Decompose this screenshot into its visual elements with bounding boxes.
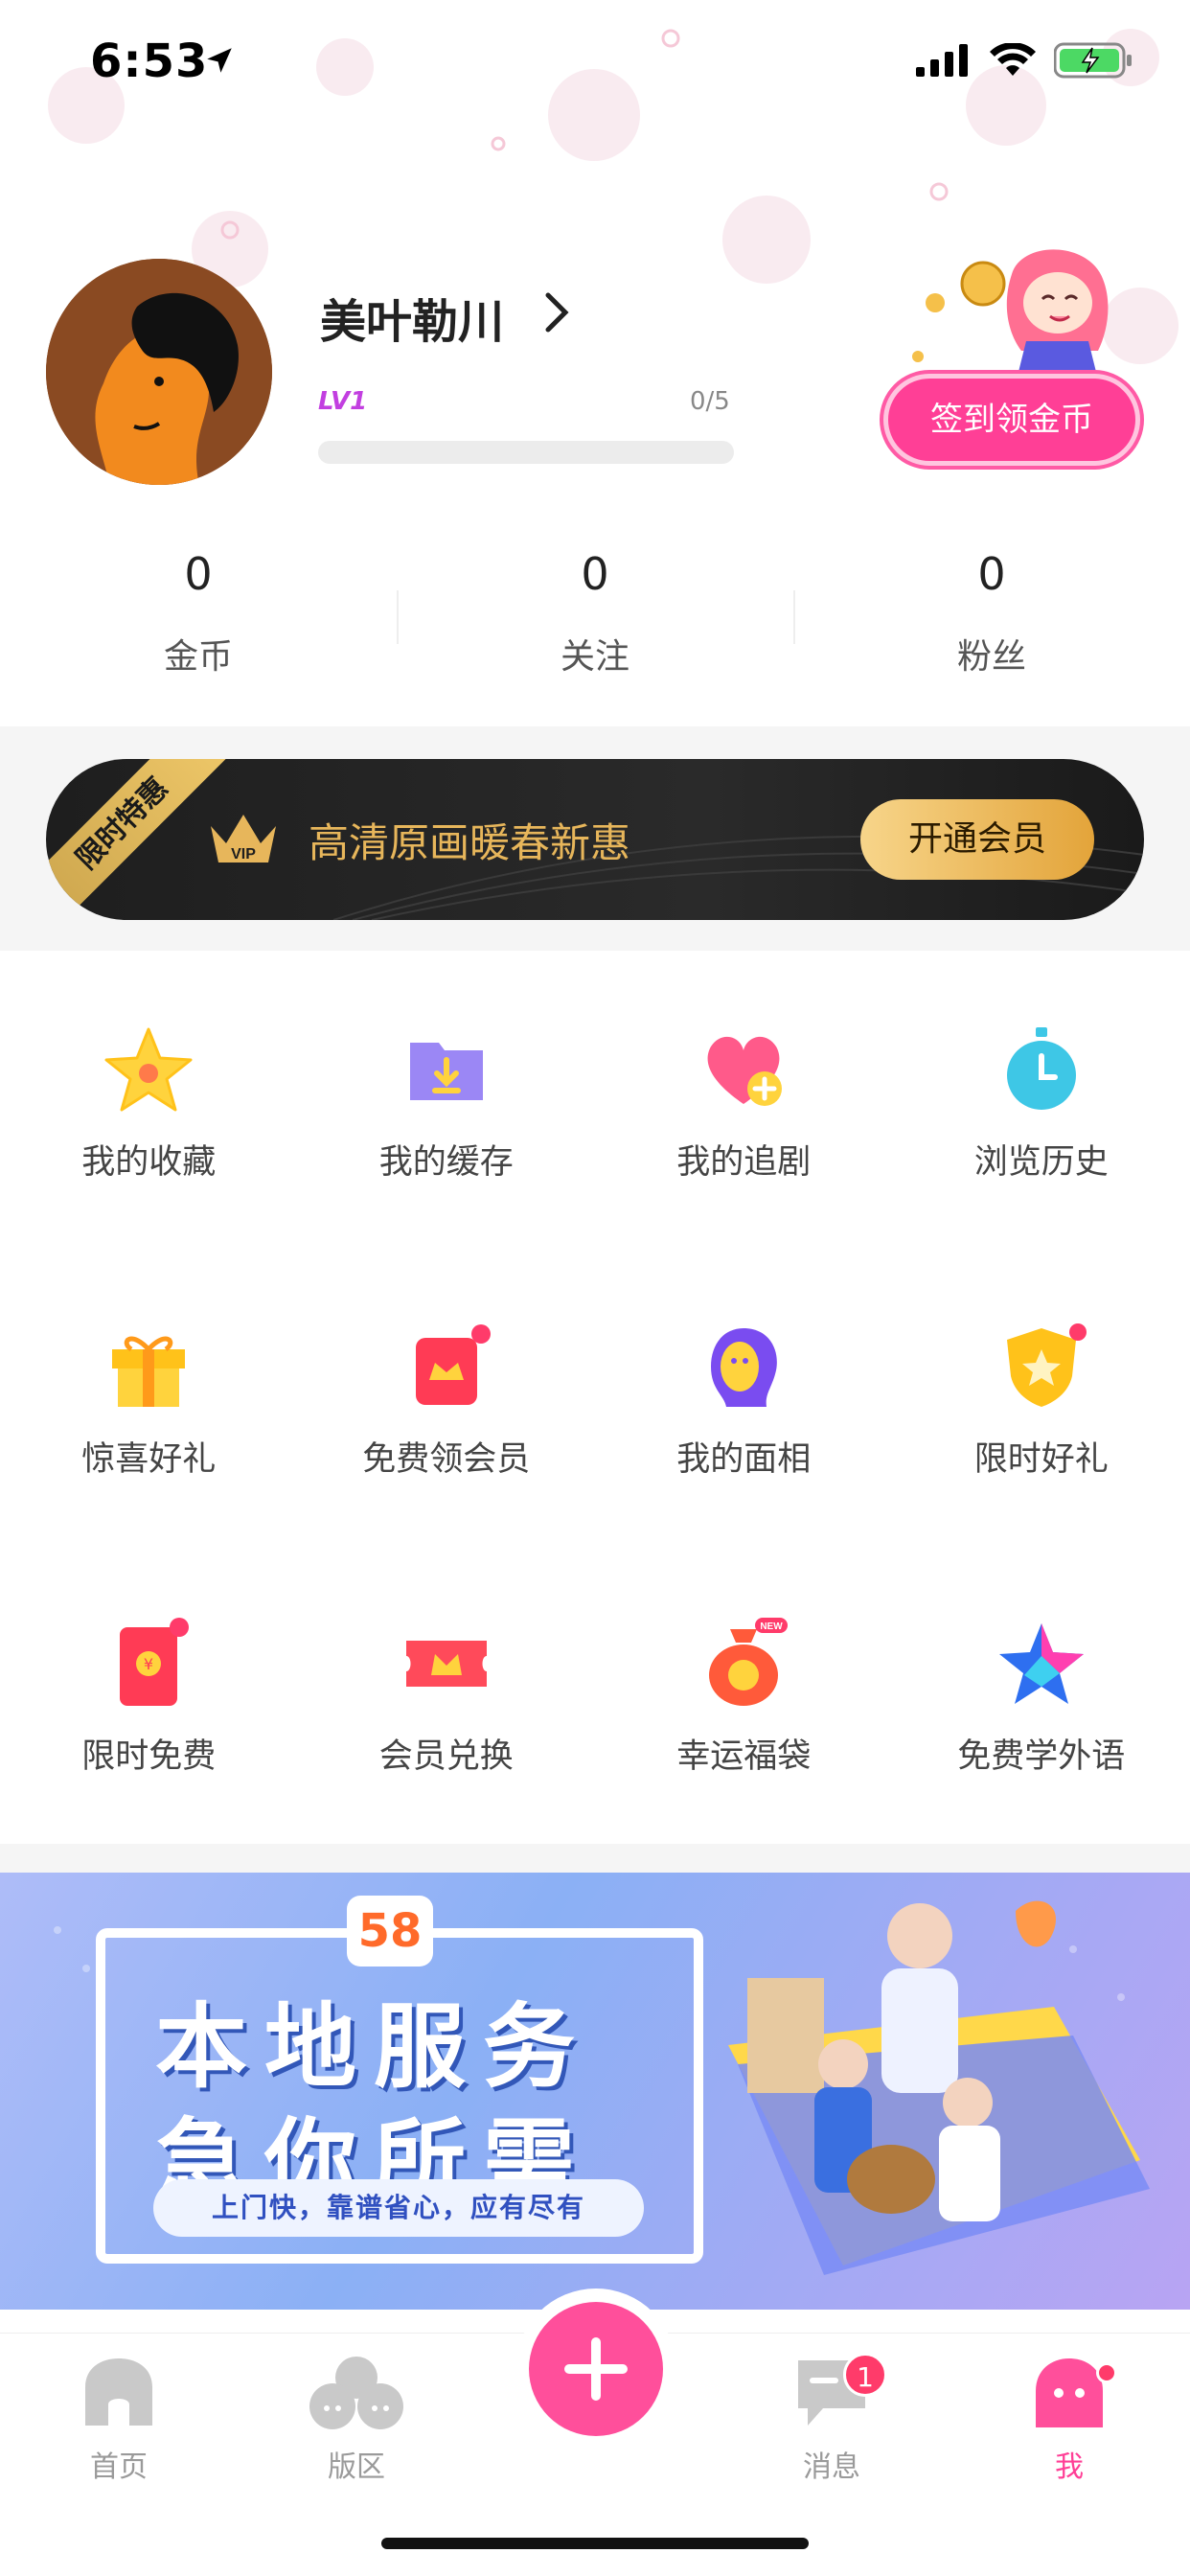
- stat-value: 0: [184, 548, 213, 600]
- grid-item-label: 幸运福袋: [676, 1737, 812, 1776]
- board-icon: [309, 2357, 403, 2429]
- grid-item-label: 我的收藏: [81, 1143, 217, 1182]
- open-membership-button[interactable]: 开通会员: [860, 799, 1094, 880]
- grid-item-limited-gift[interactable]: 限时好礼: [893, 1255, 1190, 1552]
- shield-star-icon: [1006, 1323, 1087, 1407]
- home-indicator: [381, 2538, 809, 2549]
- grid-item-limited-free[interactable]: ¥ 限时免费: [0, 1552, 298, 1850]
- tab-label: 首页: [90, 2450, 148, 2484]
- vip-banner[interactable]: 限时特惠 VIP 高清原画暖春新惠 开通会员: [46, 759, 1144, 920]
- location-arrow-icon: [207, 48, 232, 73]
- checkin-button[interactable]: 签到领金币: [883, 374, 1140, 466]
- face-reading-icon: [711, 1328, 778, 1407]
- tab-messages[interactable]: 1 消息: [755, 2353, 908, 2485]
- grid-item-membership-redeem[interactable]: 会员兑换: [298, 1552, 596, 1850]
- stat-following[interactable]: 0 关注: [397, 537, 793, 690]
- vip-crown-icon: VIP: [211, 815, 276, 862]
- ad-headline-1: 本地服务: [155, 1993, 592, 2101]
- grid-item-label: 会员兑换: [378, 1737, 514, 1776]
- grid-item-label: 我的缓存: [378, 1143, 514, 1182]
- ghost-profile-icon: [1036, 2358, 1103, 2427]
- clock-icon: [1006, 1027, 1076, 1110]
- grid-item-surprise-gift[interactable]: 惊喜好礼: [0, 1255, 298, 1552]
- stats-row: 0 金币 0 关注 0 粉丝: [0, 537, 1190, 690]
- chevron-right-icon[interactable]: [538, 289, 577, 335]
- status-bar: 6:53: [0, 0, 1190, 126]
- stat-value: 0: [977, 548, 1006, 600]
- ad-subline: 上门快，靠谱省心，应有尽有: [153, 2179, 644, 2237]
- create-post-button[interactable]: [529, 2302, 663, 2436]
- feature-grid: 我的收藏 我的缓存 我的追剧 浏览历史 惊喜好礼 免费领会员 我的面相 限时好礼…: [0, 958, 1190, 1850]
- section-divider: [0, 1844, 1190, 1873]
- red-envelope-icon: ¥: [120, 1618, 190, 1706]
- stat-value: 0: [581, 548, 609, 600]
- stat-label: 粉丝: [956, 637, 1026, 677]
- battery-charging-icon: [1054, 42, 1132, 79]
- crown-bag-icon: [415, 1324, 491, 1405]
- grid-item-label: 惊喜好礼: [81, 1440, 217, 1479]
- grid-item-face-reading[interactable]: 我的面相: [595, 1255, 893, 1552]
- cellular-signal-icon: [916, 44, 968, 77]
- tab-me[interactable]: 我: [993, 2353, 1146, 2485]
- grid-item-favorites[interactable]: 我的收藏: [0, 958, 298, 1255]
- svg-text:NEW: NEW: [761, 1622, 784, 1632]
- grid-item-label: 限时免费: [81, 1737, 217, 1776]
- home-icon: [85, 2358, 152, 2426]
- heart-plus-icon: [707, 1036, 783, 1106]
- grid-item-label: 我的追剧: [676, 1143, 812, 1182]
- lucky-bag-icon: NEW: [709, 1618, 789, 1706]
- grid-item-cache[interactable]: 我的缓存: [298, 958, 596, 1255]
- profile-dot-badge: [1096, 2362, 1117, 2383]
- grid-item-history[interactable]: 浏览历史: [893, 958, 1190, 1255]
- sparkle-star-icon: [998, 1623, 1084, 1704]
- tab-label: 消息: [803, 2450, 860, 2484]
- tab-label: 版区: [328, 2450, 385, 2484]
- vip-promo-text: 高清原画暖春新惠: [309, 819, 631, 866]
- crown-ticket-icon: [405, 1641, 487, 1687]
- ad-logo-text: 58: [357, 1904, 423, 1958]
- grid-item-lucky-bag[interactable]: NEW 幸运福袋: [595, 1552, 893, 1850]
- grid-item-label: 免费领会员: [362, 1440, 531, 1479]
- grid-item-label: 免费学外语: [957, 1737, 1126, 1776]
- svg-text:¥: ¥: [144, 1655, 153, 1673]
- stat-label: 金币: [163, 637, 233, 677]
- tab-home[interactable]: 首页: [42, 2353, 195, 2485]
- plus-icon: [564, 2337, 628, 2401]
- stat-label: 关注: [560, 637, 629, 677]
- ad-brand-logo: 58: [347, 1896, 433, 1966]
- download-folder-icon: [409, 1043, 483, 1100]
- level-progress-bar: [318, 441, 734, 464]
- status-time: 6:53: [90, 34, 209, 88]
- mascot-girl-icon: [912, 249, 1109, 380]
- star-icon: [104, 1027, 193, 1112]
- tab-board[interactable]: 版区: [280, 2353, 433, 2485]
- message-badge: 1: [843, 2353, 887, 2397]
- gift-box-icon: [112, 1336, 186, 1407]
- ad-banner[interactable]: 58 本地服务 急你所需 上门快，靠谱省心，应有尽有: [0, 1873, 1190, 2310]
- grid-item-following-shows[interactable]: 我的追剧: [595, 958, 893, 1255]
- avatar[interactable]: [46, 259, 272, 485]
- level-progress-text: 0/5: [690, 387, 730, 416]
- avatar-face-icon: [46, 259, 272, 485]
- grid-item-label: 限时好礼: [973, 1440, 1109, 1479]
- grid-item-learn-language[interactable]: 免费学外语: [893, 1552, 1190, 1850]
- grid-item-label: 我的面相: [676, 1440, 812, 1479]
- username[interactable]: 美叶勒川: [320, 284, 504, 351]
- grid-item-label: 浏览历史: [973, 1143, 1109, 1182]
- stat-coins[interactable]: 0 金币: [0, 537, 397, 690]
- tab-label: 我: [1055, 2450, 1084, 2484]
- grid-item-free-membership[interactable]: 免费领会员: [298, 1255, 596, 1552]
- svg-text:VIP: VIP: [231, 846, 256, 862]
- stat-fans[interactable]: 0 粉丝: [793, 537, 1190, 690]
- wifi-icon: [990, 43, 1036, 76]
- level-badge: LV1: [318, 387, 368, 416]
